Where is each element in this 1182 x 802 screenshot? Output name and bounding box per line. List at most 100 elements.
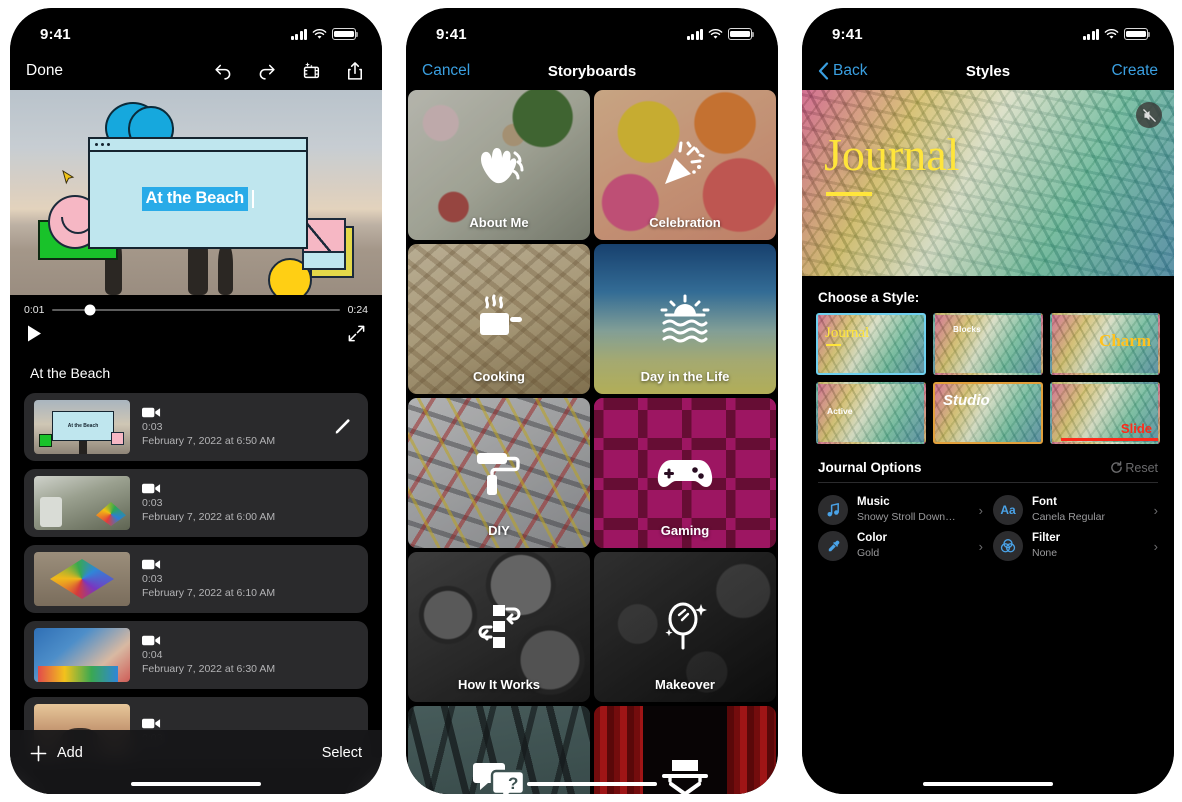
redo-icon[interactable] [256,60,278,82]
option-value: None [1032,547,1058,560]
sunrise-over-water-icon [660,294,710,343]
status-bar-time: 9:41 [832,25,863,43]
style-label: Active [827,406,853,416]
card-label: Makeover [655,677,715,692]
plus-icon [30,745,47,761]
scrubber-knob[interactable] [84,304,96,316]
phone-3-styles: 9:41 Back Styles Create Journal Choose a… [802,8,1174,794]
storyboard-card-makeover[interactable]: Makeover [594,552,776,702]
undo-icon[interactable] [212,60,234,82]
style-label: Journal [825,325,870,346]
cancel-button[interactable]: Cancel [422,62,470,80]
storyboard-card-cooking[interactable]: Cooking [408,244,590,394]
card-label: Celebration [649,215,721,230]
style-label: Slide [1060,421,1158,441]
phone3-screen: 9:41 Back Styles Create Journal Choose a… [802,8,1174,794]
play-icon[interactable] [26,324,43,343]
option-name: Music [857,496,890,509]
chevron-right-icon: › [1153,538,1158,554]
storyboard-card-about-me[interactable]: About Me [408,90,590,240]
phone-1-project-editor: 9:41 Done At the Beach 0:01 0:24 At the … [10,8,382,794]
storyboard-card-how-it-works[interactable]: How It Works [408,552,590,702]
title-text-window[interactable]: At the Beach [88,137,308,249]
style-preview[interactable]: Journal [802,90,1174,276]
speech-bubbles-question-icon: ? [473,763,526,794]
directors-chair-icon [662,760,708,794]
clip-thumbnail: At the Beach [34,400,130,454]
back-button[interactable]: Back [818,62,867,80]
back-button-label: Back [833,62,868,79]
styles-nav-bar: Back Styles Create [802,52,1174,90]
steaming-pot-icon [480,294,522,335]
fullscreen-icon[interactable] [347,324,366,343]
aa-text-icon: Aa [993,495,1023,525]
options-header: Journal Options Reset [802,444,1174,482]
clip-row[interactable]: 0:03 February 7, 2022 at 6:00 AM [24,469,368,537]
status-bar: 9:41 [802,8,1174,52]
style-cell-charm[interactable]: Charm [1050,313,1160,375]
scrubber-track[interactable] [52,304,340,316]
video-preview[interactable]: At the Beach [10,90,382,295]
mute-button[interactable] [1136,102,1162,128]
clip-meta: 0:03 February 7, 2022 at 6:50 AM [142,406,358,448]
options-grid: Music Snowy Stroll Down… › Aa Font Canel… [802,483,1174,573]
game-controller-icon [657,460,713,487]
style-cell-journal[interactable]: Journal [816,313,926,375]
editor-tool-icons [212,60,366,82]
card-label: About Me [469,215,529,230]
option-filter[interactable]: Filter None › [993,531,1158,561]
clip-thumb-title: At the Beach [67,423,99,429]
select-button[interactable]: Select [322,745,362,761]
option-text: Music Snowy Stroll Down… [857,495,970,524]
status-bar-indicators [1082,28,1151,40]
style-cell-slide[interactable]: Slide [1050,382,1160,444]
chevron-right-icon: › [978,538,983,554]
share-icon[interactable] [344,60,366,82]
clip-row[interactable]: At the Beach 0:03 February 7, 2022 at 6:… [24,393,368,461]
option-value: Canela Regular [1032,511,1105,524]
storyboard-card-celebration[interactable]: Celebration [594,90,776,240]
done-button[interactable]: Done [26,62,63,80]
style-cell-blocks[interactable]: Blocks [933,313,1043,375]
cursor-icon [62,170,75,185]
card-label: Gaming [660,523,710,538]
clip-row[interactable]: 0:03 February 7, 2022 at 6:10 AM [24,545,368,613]
storyboard-card-diy[interactable]: DIY [408,398,590,548]
clip-row[interactable]: 0:04 February 7, 2022 at 6:30 AM [24,621,368,689]
option-music[interactable]: Music Snowy Stroll Down… › [818,495,983,525]
title-window-bar [90,139,306,152]
option-font[interactable]: Aa Font Canela Regular › [993,495,1158,525]
playback-controls [10,319,382,355]
playback-scrubber[interactable]: 0:01 0:24 [10,295,382,319]
option-name: Color [857,532,888,545]
storyboard-card-day-in-the-life[interactable]: Day in the Life [594,244,776,394]
option-value: Snowy Stroll Down… [857,511,956,524]
filter-circles-icon [993,531,1023,561]
video-camera-icon [142,483,161,494]
status-bar-time: 9:41 [40,25,71,43]
option-color[interactable]: Color Gold › [818,531,983,561]
flow-diagram-icon [478,605,521,648]
overlay-title-text: At the Beach [141,186,248,211]
add-button[interactable]: Add [30,745,83,762]
option-text: Color Gold [857,531,970,560]
create-button[interactable]: Create [1111,62,1158,80]
phone1-screen: 9:41 Done At the Beach 0:01 0:24 At the … [10,8,382,794]
pencil-icon[interactable] [333,418,352,437]
reset-circular-arrow-icon [1111,461,1123,473]
magic-movie-icon[interactable] [300,60,322,82]
style-cell-studio[interactable]: Studio [933,382,1043,444]
reset-button[interactable]: Reset [1110,461,1158,475]
card-label: Cooking [473,369,525,384]
clip-meta: 0:04 February 7, 2022 at 6:30 AM [142,634,358,676]
style-label: Studio [943,392,990,409]
style-cell-active[interactable]: Active [816,382,926,444]
clip-thumbnail [34,628,130,682]
battery-icon [332,28,359,40]
phone-2-storyboards: 9:41 Cancel Storyboards About Me Celebra… [406,8,778,794]
clip-date: February 7, 2022 at 6:50 AM [142,434,276,447]
status-bar-time: 9:41 [436,25,467,43]
storyboard-card-gaming[interactable]: Gaming [594,398,776,548]
video-camera-icon [142,559,161,570]
paint-roller-icon [477,453,520,495]
